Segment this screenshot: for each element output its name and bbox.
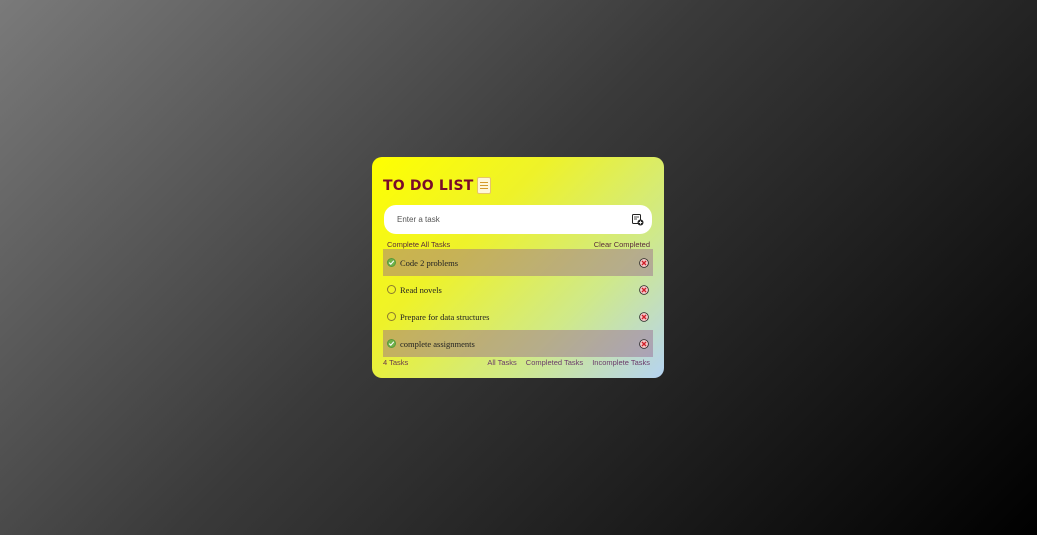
notepad-icon [477, 177, 492, 194]
task-text: Code 2 problems [400, 257, 459, 268]
add-task-icon[interactable] [632, 213, 644, 226]
delete-task-icon[interactable] [639, 257, 649, 268]
task-input[interactable] [395, 214, 632, 225]
delete-task-icon[interactable] [639, 311, 649, 322]
clear-completed-button[interactable]: Clear Completed [594, 240, 650, 249]
todo-card: TO DO LIST Complete All Tasks Clear Comp… [372, 157, 664, 378]
task-item: Read novels [383, 276, 653, 303]
task-footer: 4 Tasks All Tasks Completed Tasks Incomp… [383, 358, 650, 367]
bulk-controls: Complete All Tasks Clear Completed [387, 240, 650, 249]
filter-group: All Tasks Completed Tasks Incomplete Tas… [487, 358, 650, 367]
delete-task-icon[interactable] [639, 338, 649, 349]
filter-incomplete-button[interactable]: Incomplete Tasks [592, 358, 650, 367]
checked-circle-icon[interactable] [387, 258, 396, 267]
task-text: complete assignments [400, 338, 475, 349]
task-item: Code 2 problems [383, 249, 653, 276]
task-list: Code 2 problems Read novels Prepare for da… [383, 249, 653, 357]
task-count: 4 Tasks [383, 358, 409, 367]
filter-completed-button[interactable]: Completed Tasks [526, 358, 583, 367]
unchecked-circle-icon[interactable] [387, 285, 396, 294]
unchecked-circle-icon[interactable] [387, 312, 396, 321]
task-item: complete assignments [383, 330, 653, 357]
app-title: TO DO LIST [383, 177, 492, 194]
complete-all-button[interactable]: Complete All Tasks [387, 240, 450, 249]
delete-task-icon[interactable] [639, 284, 649, 295]
app-title-text: TO DO LIST [383, 177, 474, 194]
task-text: Prepare for data structures [400, 311, 490, 322]
checked-circle-icon[interactable] [387, 339, 396, 348]
task-input-container [384, 205, 652, 234]
task-item: Prepare for data structures [383, 303, 653, 330]
filter-all-button[interactable]: All Tasks [487, 358, 516, 367]
task-text: Read novels [400, 284, 442, 295]
